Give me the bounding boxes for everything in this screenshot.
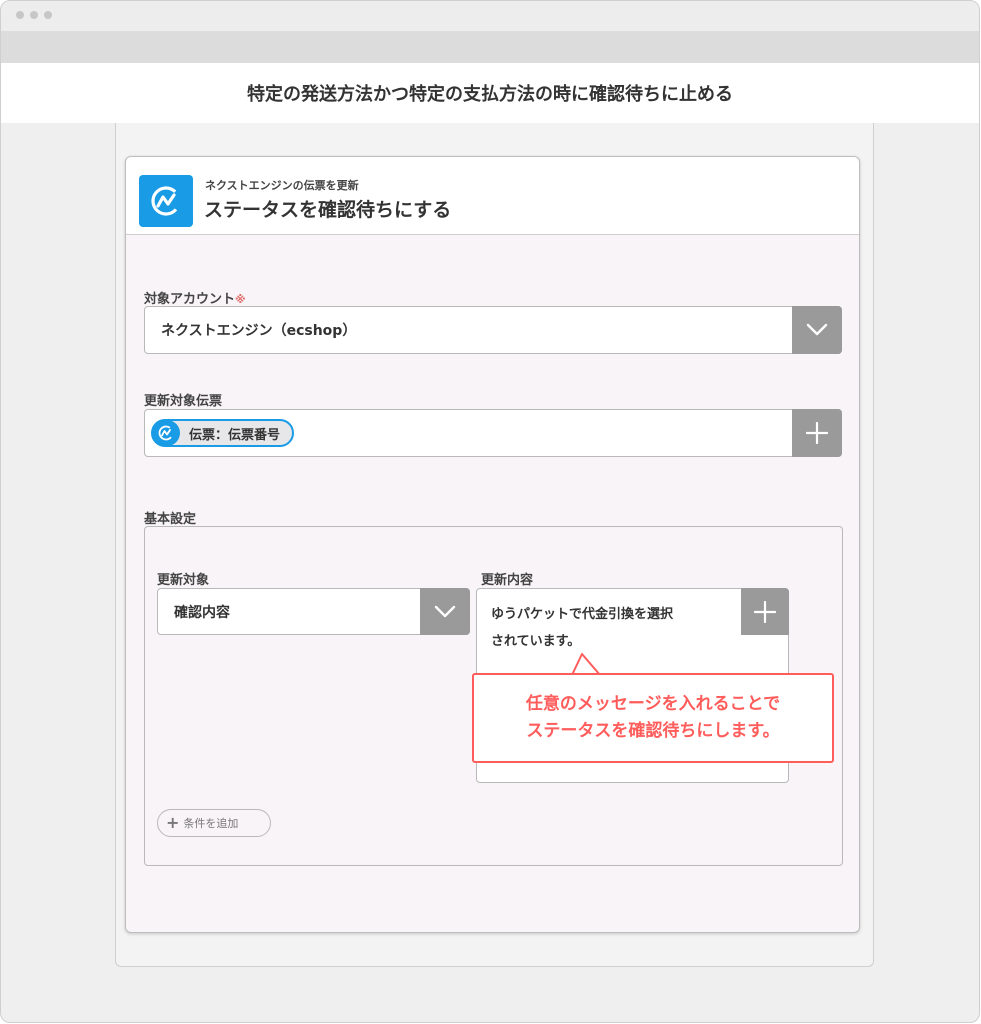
annotation-callout: 任意のメッセージを入れることで ステータスを確認待ちにします。 — [472, 673, 834, 763]
add-condition-button[interactable]: + 条件を追加 — [157, 809, 271, 837]
card-title: ステータスを確認待ちにする — [204, 199, 452, 221]
update-target-label: 更新対象 — [157, 573, 210, 588]
window-dot-icon — [16, 11, 24, 19]
update-content-line2: されています。 — [491, 634, 581, 649]
add-plus-icon[interactable] — [792, 409, 842, 457]
update-target-value: 確認内容 — [174, 604, 230, 621]
tab-bar — [1, 31, 979, 63]
callout-line2: ステータスを確認待ちにします。 — [526, 721, 780, 741]
account-label-text: 対象アカウント — [144, 292, 236, 307]
callout-line1: 任意のメッセージを入れることで — [525, 694, 781, 714]
insert-variable-plus-icon[interactable] — [741, 588, 789, 635]
required-mark: ※ — [235, 293, 246, 306]
account-label: 対象アカウント※ — [144, 288, 246, 307]
target-slip-field[interactable]: 伝票：伝票番号 — [144, 409, 842, 457]
card-header: ネクストエンジンの伝票を更新 ステータスを確認待ちにする — [126, 157, 859, 235]
chevron-down-icon[interactable] — [792, 306, 842, 354]
action-card: ネクストエンジンの伝票を更新 ステータスを確認待ちにする 対象アカウント※ ネク… — [125, 156, 860, 933]
chevron-down-icon[interactable] — [420, 588, 470, 635]
plus-icon: + — [166, 813, 180, 832]
next-engine-small-icon — [152, 420, 180, 446]
add-condition-label: 条件を追加 — [183, 817, 239, 830]
page-title: 特定の発送方法かつ特定の支払方法の時に確認待ちに止める — [1, 63, 979, 123]
slip-token[interactable]: 伝票：伝票番号 — [151, 419, 295, 447]
target-slip-label: 更新対象伝票 — [144, 394, 223, 409]
window-top-bar — [1, 1, 979, 31]
account-select-value: ネクストエンジン（ecshop） — [161, 323, 357, 339]
account-select[interactable]: ネクストエンジン（ecshop） — [144, 306, 842, 354]
update-content-value: ゆうパケットで代金引換を選択 されています。 — [491, 601, 731, 655]
update-content-label: 更新内容 — [481, 573, 534, 588]
next-engine-logo-icon — [139, 175, 193, 227]
slip-token-label: 伝票：伝票番号 — [189, 427, 281, 443]
window-dot-icon — [44, 11, 52, 19]
basic-settings-label: 基本設定 — [144, 512, 197, 527]
card-subtitle: ネクストエンジンの伝票を更新 — [205, 179, 359, 192]
window-dot-icon — [30, 11, 38, 19]
update-target-select[interactable]: 確認内容 — [157, 588, 470, 635]
update-content-line1: ゆうパケットで代金引換を選択 — [491, 607, 674, 622]
